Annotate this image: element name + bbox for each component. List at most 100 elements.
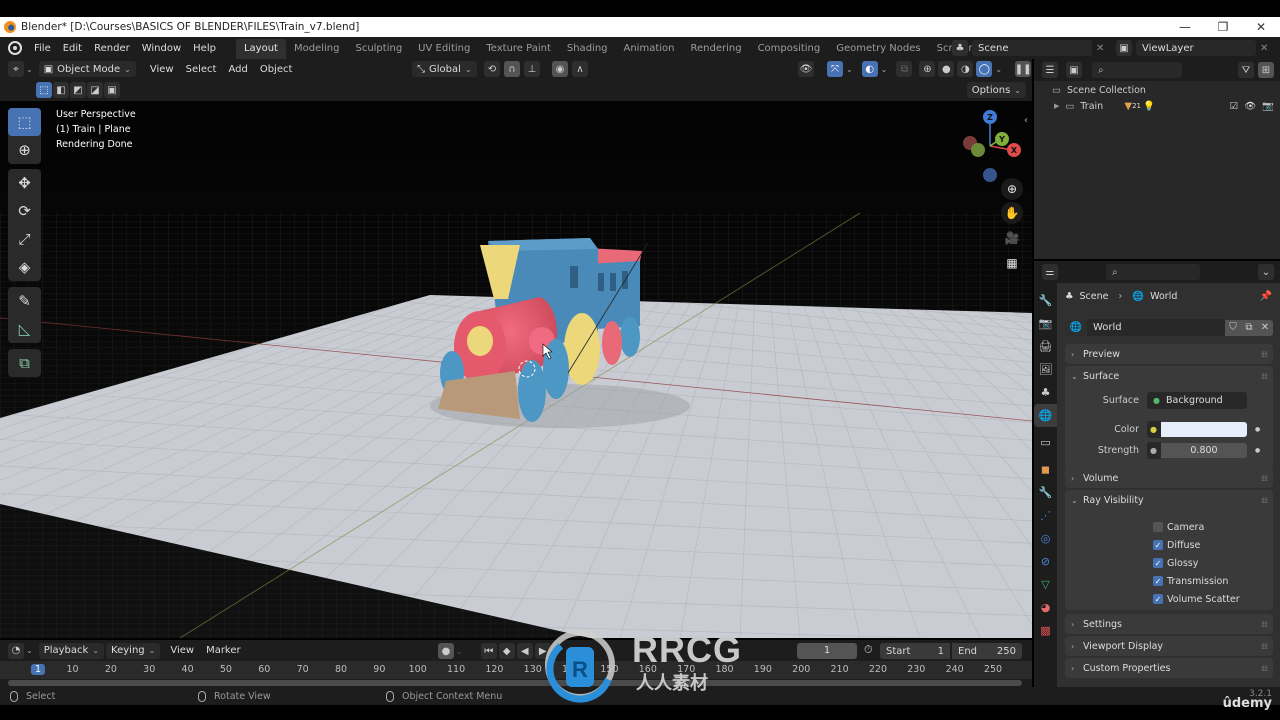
falloff-icon[interactable]: ∧ [572,61,588,77]
scene-selector[interactable]: Scene [972,40,1092,56]
snap-icon[interactable]: ∩ [504,61,520,77]
blender-menu-icon[interactable] [8,41,22,55]
timeline-scrollbar[interactable] [0,679,1032,687]
checkbox-checked-icon[interactable]: ✓ [1153,594,1163,604]
panel-header-custom-properties[interactable]: › Custom Properties ⁞⁞⁞⁞ [1065,658,1273,678]
zoom-view-icon[interactable]: ⊕ [1001,178,1023,200]
panel-header-surface[interactable]: ⌄ Surface ⁞⁞⁞⁞ [1065,366,1273,386]
select-invert-icon[interactable]: ◪ [87,82,103,98]
tab-data-mesh-icon[interactable]: ▽ [1034,573,1057,596]
current-frame-field[interactable]: 1 [797,643,857,659]
tab-tool-icon[interactable]: 🔧 [1034,289,1057,312]
mode-selector[interactable]: ▣ Object Mode ⌄ [38,61,136,77]
tool-measure-icon[interactable]: ◺ [8,315,41,343]
maximize-button[interactable]: ❐ [1204,17,1242,37]
chevron-down-icon[interactable]: ⌄ [456,647,463,656]
playhead-frame[interactable]: 1 [30,664,46,675]
duplicate-icon[interactable]: ⧉ [1241,319,1257,336]
tab-sculpting[interactable]: Sculpting [347,39,410,59]
scene-icon[interactable]: ♣ [952,40,968,56]
drag-grip-icon[interactable]: ⁞⁞⁞⁞ [1261,372,1268,381]
world-name-field[interactable]: World [1087,319,1225,336]
expand-arrow-icon[interactable]: ▶ [1054,102,1059,110]
jump-start-icon[interactable]: ⏮ [480,643,497,659]
tab-view-layer-icon[interactable]: 🖼 [1034,358,1057,381]
play-icon[interactable]: ▶ [534,643,551,659]
options-dropdown[interactable]: Options ⌄ [966,82,1026,98]
tab-shading[interactable]: Shading [559,39,616,59]
outliner-scene-collection[interactable]: ▭ Scene Collection [1034,82,1280,98]
tab-render-icon[interactable]: 📷 [1034,312,1057,335]
tab-texture-paint[interactable]: Texture Paint [478,39,559,59]
editor-type-icon[interactable]: ⌖ [8,61,24,77]
tab-material-icon[interactable]: ◕ [1034,596,1057,619]
tab-scene-icon[interactable]: ♣ [1034,381,1057,404]
checkbox-checked-icon[interactable]: ✓ [1153,558,1163,568]
gizmo-y-axis[interactable]: Y [995,132,1009,146]
shading-rendered-icon[interactable]: ◯ [976,61,993,77]
tab-animation[interactable]: Animation [616,39,683,59]
tab-physics-icon[interactable]: ◎ [1034,527,1057,550]
new-collection-icon[interactable]: ⊞ [1258,62,1274,78]
camera-view-icon[interactable]: 🎥 [1001,227,1023,249]
exclude-checkbox-icon[interactable]: ☑ [1230,101,1239,112]
sidebar-toggle-icon[interactable]: ‹ [1024,115,1028,126]
chevron-down-icon[interactable]: ⌄ [26,646,33,655]
menu-edit[interactable]: Edit [57,43,88,54]
pin-icon[interactable]: 📌 [1260,291,1272,302]
color-swatch[interactable] [1161,422,1247,437]
render-camera-icon[interactable]: 📷 [1262,101,1274,112]
menu-help[interactable]: Help [187,43,222,54]
close-window-button[interactable]: ✕ [1242,17,1280,37]
overlay-toggle-icon[interactable]: ◐ [861,61,878,77]
navigation-gizmo[interactable]: Z Y X [955,106,1025,182]
keyframe-dot-icon[interactable]: ● [1255,426,1260,433]
minimize-button[interactable]: — [1166,17,1204,37]
checkbox-glossy[interactable]: ✓ Glossy [1153,554,1240,572]
gizmo-neg-y-axis[interactable] [971,143,985,157]
chevron-down-icon[interactable]: ⌄ [846,65,853,74]
shading-solid-icon[interactable]: ● [938,61,955,77]
drag-grip-icon[interactable]: ⁞⁞⁞⁞ [1261,664,1268,673]
drag-grip-icon[interactable]: ⁞⁞⁞⁞ [1261,642,1268,651]
tab-uv-editing[interactable]: UV Editing [410,39,478,59]
panel-header-viewport-display[interactable]: › Viewport Display ⁞⁞⁞⁞ [1065,636,1273,656]
xray-toggle-icon[interactable]: ⧉ [896,61,913,77]
strength-socket-icon[interactable]: ● [1147,442,1161,459]
tab-modifiers-wrench-icon[interactable]: 🔧 [1034,481,1057,504]
select-new-icon[interactable]: ⬚ [36,82,52,98]
fake-user-shield-icon[interactable]: ⛉ [1225,319,1241,336]
select-subtract-icon[interactable]: ◩ [70,82,86,98]
viewport-menu-select[interactable]: Select [180,64,223,75]
shading-material-icon[interactable]: ◑ [957,61,974,77]
pause-render-icon[interactable]: ❚❚ [1015,61,1032,77]
tab-world-icon[interactable]: 🌐 [1034,404,1057,427]
checkbox-camera[interactable]: Camera [1153,518,1240,536]
tab-texture-icon[interactable]: ▩ [1034,619,1057,642]
drag-grip-icon[interactable]: ⁞⁞⁞⁞ [1261,620,1268,629]
world-browse-icon[interactable]: 🌐 [1065,319,1087,336]
checkbox-diffuse[interactable]: ✓ Diffuse [1153,536,1240,554]
outliner-item-train[interactable]: ▶ ▭ Train ▼ 21 💡 ☑ 👁 📷 [1034,98,1280,114]
gizmo-z-axis[interactable]: Z [983,110,997,124]
timeline-ruler[interactable]: 1 10 20 30 40 50 60 70 80 90 100 110 120 130 140 150 160… [0,661,1032,679]
viewport-menu-add[interactable]: Add [222,64,253,75]
panel-header-volume[interactable]: › Volume ⁞⁞⁞⁞ [1065,468,1273,488]
timeline-menu-marker[interactable]: Marker [200,645,247,656]
play-reverse-icon[interactable]: ◀ [516,643,533,659]
viewport-menu-object[interactable]: Object [254,64,299,75]
checkbox-checked-icon[interactable]: ✓ [1153,540,1163,550]
select-intersect-icon[interactable]: ▣ [104,82,120,98]
outliner-search-input[interactable]: ⌕ [1092,62,1182,78]
snap-target-icon[interactable]: ⊥ [524,61,540,77]
playback-menu[interactable]: Playback ⌄ [38,642,105,659]
properties-search-input[interactable]: ⌕ [1106,264,1200,280]
viewport-menu-view[interactable]: View [144,64,180,75]
scrollbar-thumb[interactable] [8,680,1022,686]
pan-view-hand-icon[interactable]: ✋ [1001,202,1023,224]
stopwatch-icon[interactable]: ⏱ [864,643,873,657]
menu-window[interactable]: Window [136,43,187,54]
tab-layout[interactable]: Layout [235,39,286,59]
tool-transform-icon[interactable]: ◈ [8,253,41,281]
menu-render[interactable]: Render [88,43,136,54]
